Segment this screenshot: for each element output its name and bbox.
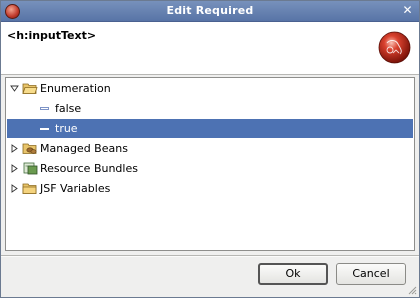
close-icon[interactable]: ✕ [401, 4, 414, 17]
value-leaf-icon [40, 128, 49, 130]
tree-node-managed-beans[interactable]: Managed Beans [7, 139, 413, 158]
tree-node-true[interactable]: true [7, 119, 413, 138]
tree-node-label: true [55, 122, 78, 135]
chevron-right-icon[interactable] [10, 184, 19, 193]
footer-separator [1, 255, 419, 257]
tree-node-label: JSF Variables [40, 182, 111, 195]
component-tag: <h:inputText> [7, 29, 97, 42]
title-bar[interactable]: Edit Required ✕ [1, 1, 419, 22]
folder-icon [22, 183, 37, 194]
tree-node-label: Resource Bundles [40, 162, 138, 175]
cancel-button[interactable]: Cancel [336, 263, 406, 285]
tree-node-false[interactable]: false [7, 99, 413, 118]
window-title: Edit Required [166, 4, 254, 17]
tree-node-enumeration[interactable]: Enumeration [7, 79, 413, 98]
chevron-right-icon[interactable] [10, 164, 19, 173]
ok-button[interactable]: Ok [258, 263, 328, 285]
value-leaf-icon [40, 107, 49, 110]
value-tree[interactable]: Enumeration false true Managed Beans Res… [5, 77, 415, 251]
folder-open-icon [22, 83, 38, 94]
jsf-logo-icon [378, 31, 411, 64]
chevron-right-icon[interactable] [10, 144, 19, 153]
tree-node-label: Enumeration [40, 82, 111, 95]
tree-node-label: false [55, 102, 82, 115]
bundle-icon [23, 162, 38, 175]
dialog-header: <h:inputText> [1, 22, 419, 75]
dialog-window: Edit Required ✕ <h:inputText> Enumeratio… [0, 0, 420, 298]
beans-folder-icon [22, 143, 37, 154]
tree-node-resource-bundles[interactable]: Resource Bundles [7, 159, 413, 178]
tree-node-jsf-variables[interactable]: JSF Variables [7, 179, 413, 198]
chevron-down-icon[interactable] [10, 84, 19, 93]
tree-node-label: Managed Beans [40, 142, 128, 155]
resize-grip-icon[interactable] [407, 285, 417, 295]
